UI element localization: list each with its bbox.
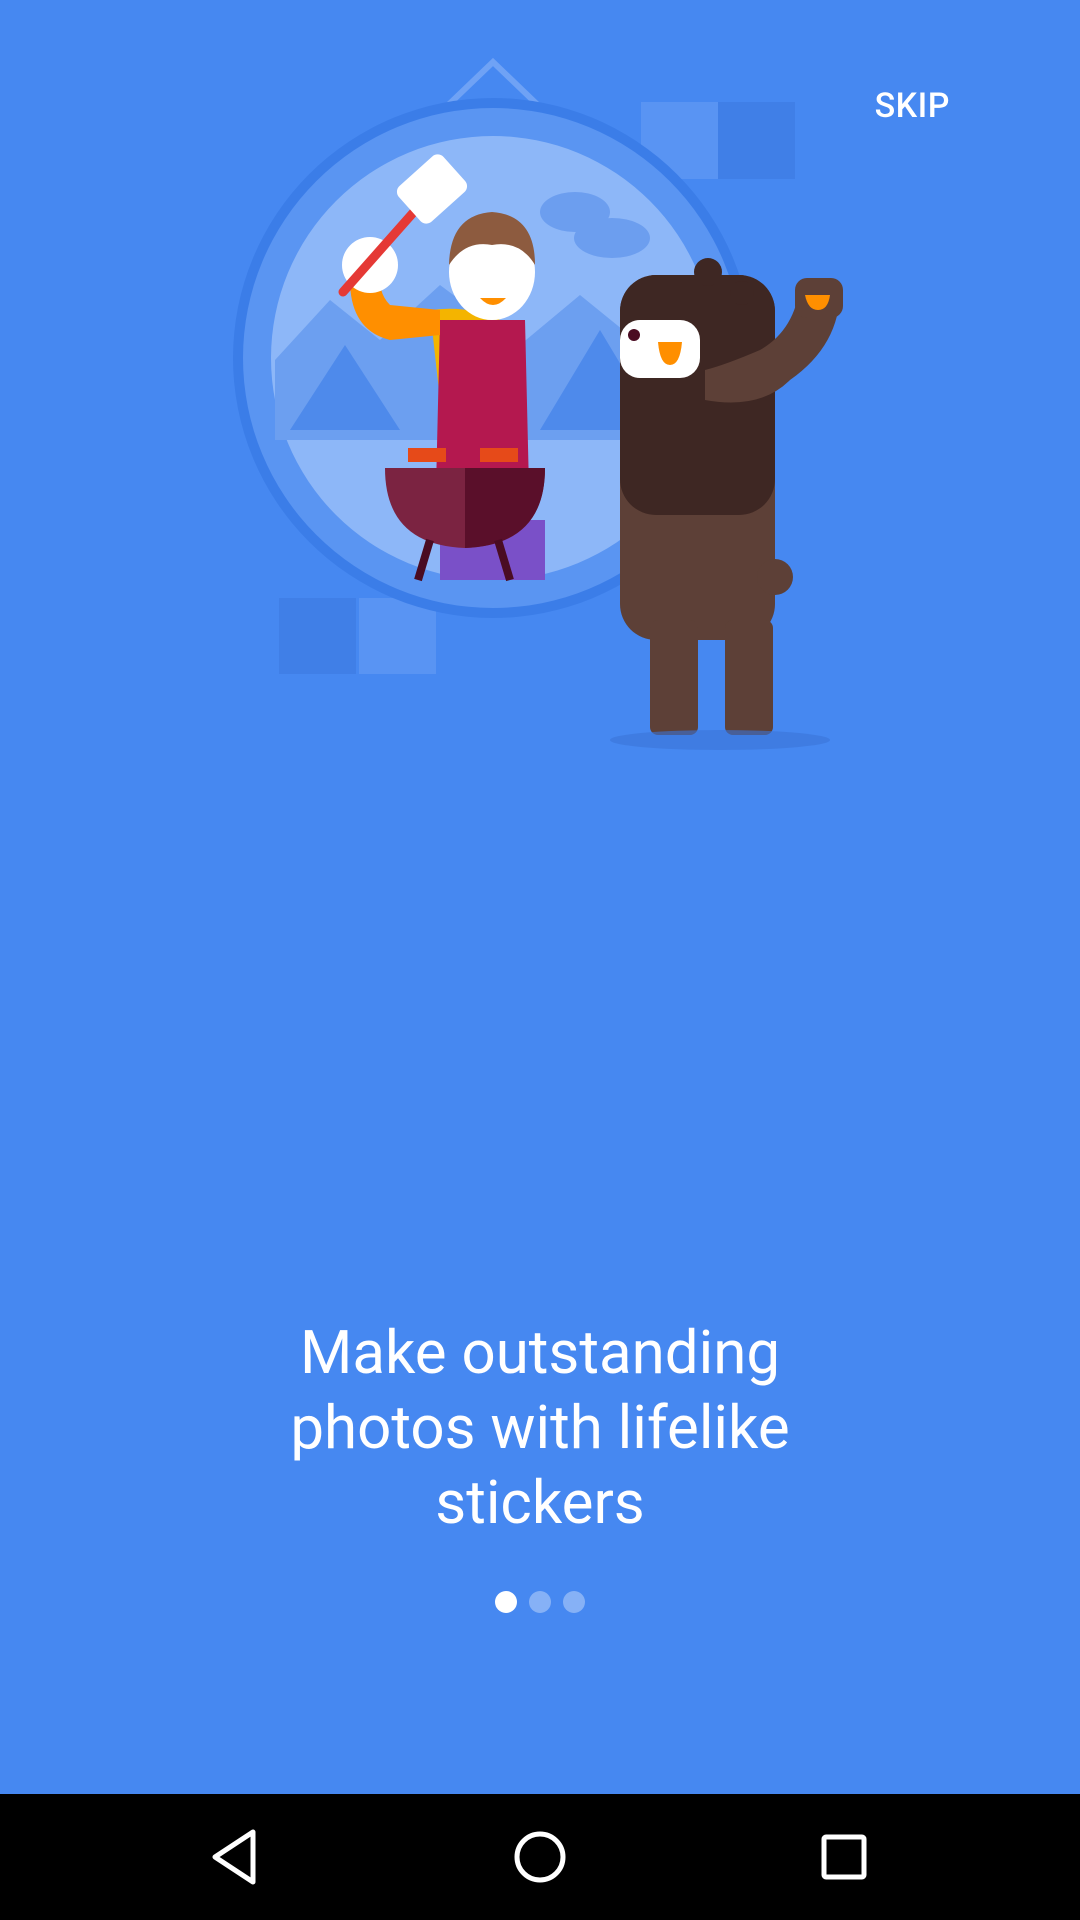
onboarding-headline: Make outstanding photos with lifelike st… [0,1315,1080,1540]
page-dot-3[interactable] [563,1591,585,1613]
onboarding-screen: SKIP Make outstanding photos with lifeli… [0,0,1080,1794]
page-dot-1[interactable] [495,1591,517,1613]
page-indicator [0,1591,1080,1613]
headline-line-3: stickers [435,1467,645,1538]
page-dot-2[interactable] [529,1591,551,1613]
headline-line-2: photos with lifelike [290,1392,790,1463]
system-navigation-bar [0,1794,1080,1920]
headline-line-1: Make outstanding [299,1317,781,1388]
back-triangle-icon[interactable] [201,1822,271,1892]
home-circle-icon[interactable] [505,1822,575,1892]
recent-square-icon[interactable] [809,1822,879,1892]
skip-button[interactable]: SKIP [875,76,950,136]
